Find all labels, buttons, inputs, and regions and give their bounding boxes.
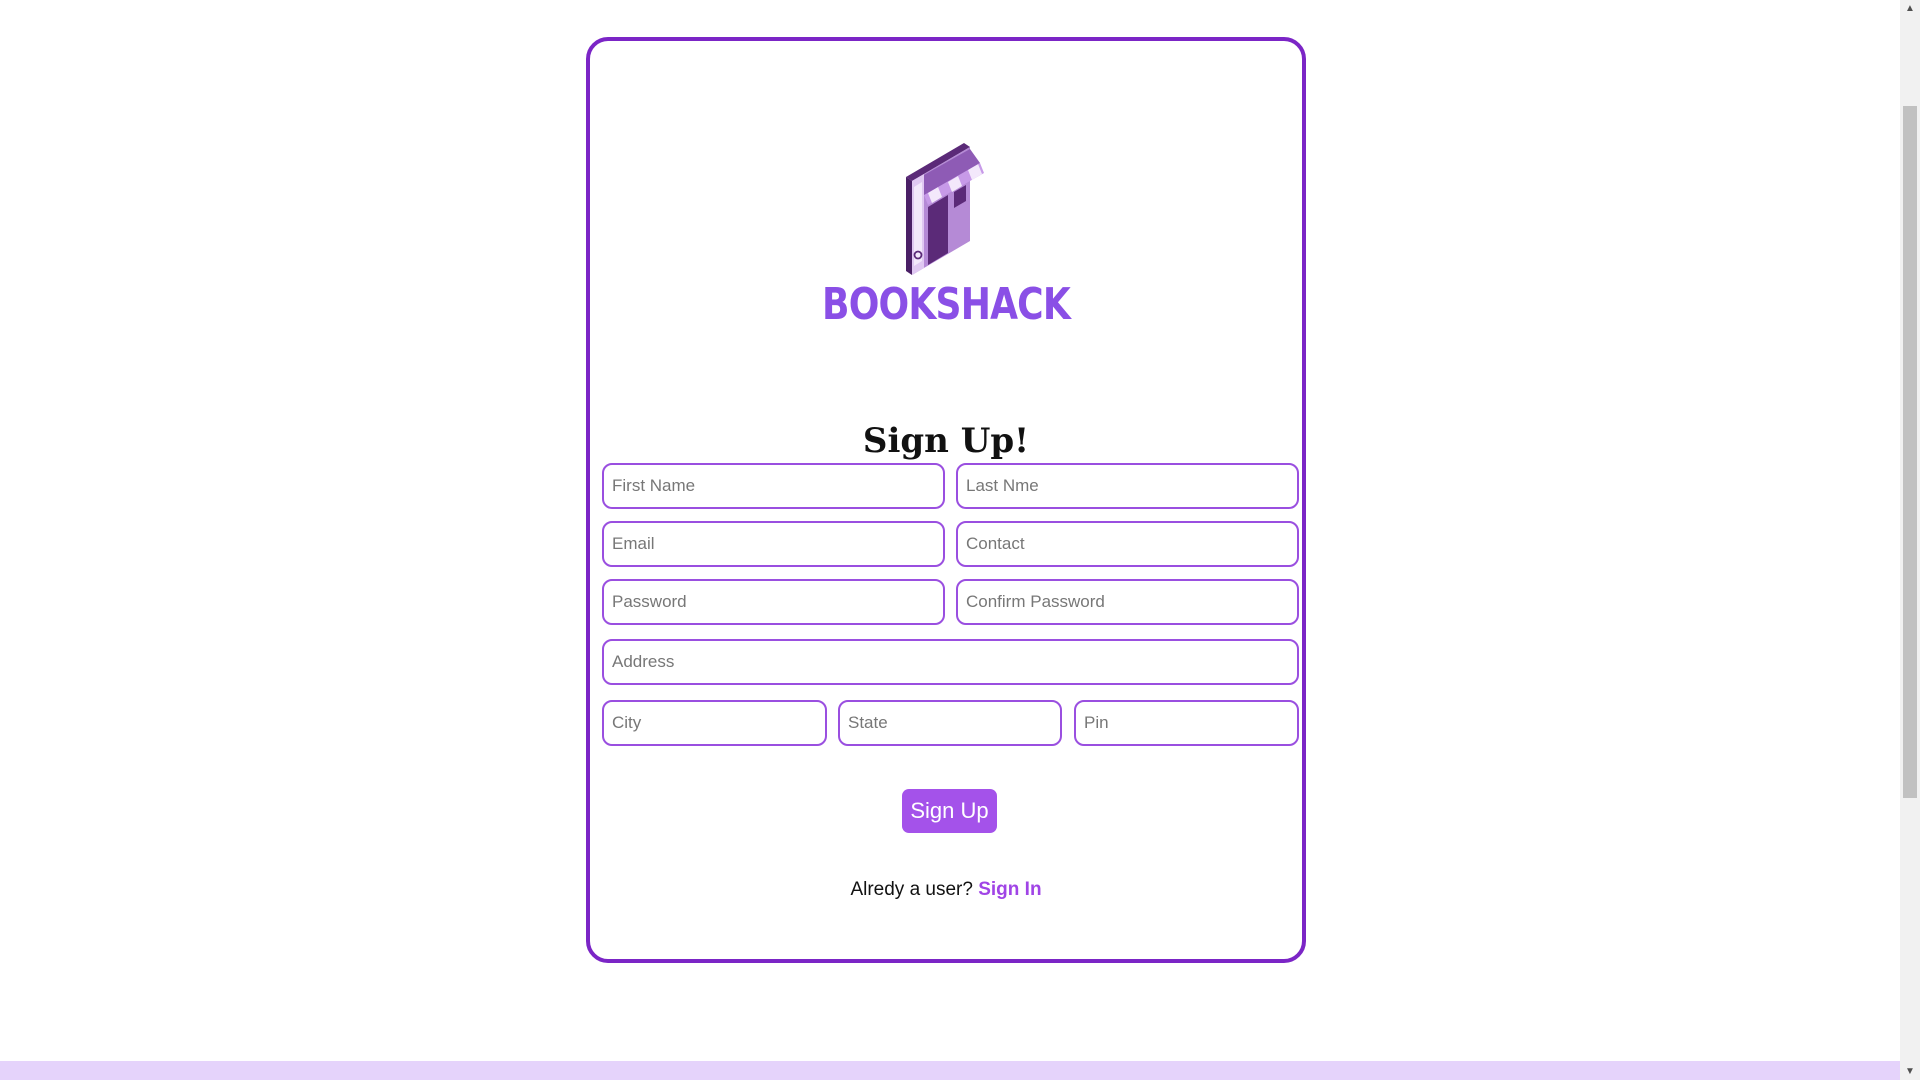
footer-band [0,1061,1900,1080]
sign-in-prompt: Alredy a user? Sign In [590,879,1302,901]
brand-name: BOOKSHACK [822,279,1071,330]
contact-input[interactable] [956,521,1299,567]
bookshop-icon [906,143,984,275]
password-input[interactable] [602,579,945,625]
last-name-input[interactable] [956,463,1299,509]
sign-up-button[interactable]: Sign Up [902,789,997,833]
first-name-input[interactable] [602,463,945,509]
pin-input[interactable] [1074,700,1299,746]
state-input[interactable] [838,700,1062,746]
sign-in-prompt-text: Alredy a user? [850,879,973,900]
sign-in-link[interactable]: Sign In [978,879,1041,900]
page-title: Sign Up! [862,421,1030,461]
vertical-scrollbar[interactable]: ▲ ▼ [1900,0,1920,1080]
address-input[interactable] [602,639,1299,685]
page: BOOKSHACK Sign Up! Sign Up Alredy a user… [0,0,1900,1080]
scroll-down-arrow-icon[interactable]: ▼ [1900,1063,1920,1080]
city-input[interactable] [602,700,827,746]
scroll-thumb[interactable] [1903,106,1917,798]
brand-logo: BOOKSHACK [590,137,1302,329]
scroll-up-arrow-icon[interactable]: ▲ [1900,0,1920,17]
signup-card: BOOKSHACK Sign Up! Sign Up Alredy a user… [586,37,1306,963]
confirm-password-input[interactable] [956,579,1299,625]
email-input[interactable] [602,521,945,567]
